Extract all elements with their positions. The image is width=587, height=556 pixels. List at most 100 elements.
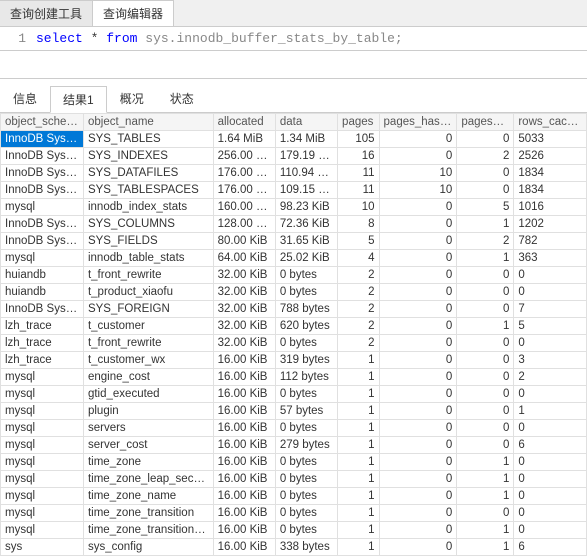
cell-name[interactable]: engine_cost [83,369,213,386]
table-row[interactable]: mysqlinnodb_table_stats64.00 KiB25.02 Ki… [1,250,587,267]
cell-pages[interactable]: 1 [338,522,379,539]
table-row[interactable]: mysqltime_zone16.00 KiB0 bytes1010 [1,454,587,471]
sql-editor[interactable]: 1 select * from sys.innodb_buffer_stats_… [0,27,587,51]
cell-pages[interactable]: 16 [338,148,379,165]
cell-name[interactable]: time_zone_leap_second [83,471,213,488]
table-row[interactable]: lzh_tracet_customer32.00 KiB620 bytes201… [1,318,587,335]
cell-cached[interactable]: 7 [514,301,587,318]
cell-data[interactable]: 279 bytes [275,437,337,454]
cell-data[interactable]: 0 bytes [275,267,337,284]
cell-data[interactable]: 319 bytes [275,352,337,369]
cell-pages[interactable]: 1 [338,420,379,437]
cell-data[interactable]: 98.23 KiB [275,199,337,216]
cell-alloc[interactable]: 16.00 KiB [213,522,275,539]
cell-data[interactable]: 179.19 KiB [275,148,337,165]
cell-cached[interactable]: 0 [514,335,587,352]
cell-old[interactable]: 1 [457,471,514,488]
cell-cached[interactable]: 1 [514,403,587,420]
col-pages-hashed[interactable]: pages_hashed [379,114,457,131]
tab-query-builder[interactable]: 查询创建工具 [0,0,93,26]
cell-hashed[interactable]: 0 [379,148,457,165]
cell-hashed[interactable]: 0 [379,335,457,352]
cell-name[interactable]: SYS_TABLESPACES [83,182,213,199]
cell-alloc[interactable]: 32.00 KiB [213,318,275,335]
cell-schema[interactable]: mysql [1,386,84,403]
cell-old[interactable]: 0 [457,403,514,420]
cell-old[interactable]: 2 [457,148,514,165]
cell-name[interactable]: time_zone [83,454,213,471]
cell-hashed[interactable]: 0 [379,437,457,454]
table-row[interactable]: mysqlserver_cost16.00 KiB279 bytes1006 [1,437,587,454]
cell-pages[interactable]: 1 [338,352,379,369]
col-rows-cached[interactable]: rows_cached [514,114,587,131]
cell-cached[interactable]: 0 [514,505,587,522]
cell-old[interactable]: 0 [457,352,514,369]
cell-pages[interactable]: 1 [338,386,379,403]
cell-cached[interactable]: 1016 [514,199,587,216]
col-object-name[interactable]: object_name [83,114,213,131]
cell-schema[interactable]: InnoDB System [1,131,84,148]
cell-cached[interactable]: 0 [514,471,587,488]
table-row[interactable]: mysqltime_zone_name16.00 KiB0 bytes1010 [1,488,587,505]
cell-schema[interactable]: mysql [1,505,84,522]
cell-data[interactable]: 1.34 MiB [275,131,337,148]
cell-pages[interactable]: 1 [338,488,379,505]
cell-name[interactable]: SYS_TABLES [83,131,213,148]
cell-data[interactable]: 25.02 KiB [275,250,337,267]
cell-name[interactable]: t_customer_wx [83,352,213,369]
cell-cached[interactable]: 2526 [514,148,587,165]
cell-alloc[interactable]: 16.00 KiB [213,369,275,386]
cell-alloc[interactable]: 32.00 KiB [213,267,275,284]
cell-alloc[interactable]: 16.00 KiB [213,420,275,437]
cell-cached[interactable]: 782 [514,233,587,250]
cell-data[interactable]: 0 bytes [275,488,337,505]
cell-data[interactable]: 0 bytes [275,471,337,488]
cell-alloc[interactable]: 64.00 KiB [213,250,275,267]
cell-name[interactable]: t_product_xiaofu [83,284,213,301]
cell-hashed[interactable]: 0 [379,199,457,216]
cell-data[interactable]: 0 bytes [275,420,337,437]
cell-pages[interactable]: 11 [338,165,379,182]
cell-name[interactable]: t_customer [83,318,213,335]
cell-data[interactable]: 620 bytes [275,318,337,335]
cell-data[interactable]: 72.36 KiB [275,216,337,233]
cell-hashed[interactable]: 0 [379,403,457,420]
cell-old[interactable]: 1 [457,488,514,505]
cell-schema[interactable]: sys [1,539,84,556]
cell-pages[interactable]: 2 [338,335,379,352]
cell-schema[interactable]: mysql [1,420,84,437]
table-row[interactable]: InnoDB SystemSYS_TABLES1.64 MiB1.34 MiB1… [1,131,587,148]
cell-alloc[interactable]: 16.00 KiB [213,454,275,471]
cell-data[interactable]: 109.15 KiB [275,182,337,199]
cell-alloc[interactable]: 16.00 KiB [213,386,275,403]
table-row[interactable]: syssys_config16.00 KiB338 bytes1016 [1,539,587,556]
tab-info[interactable]: 信息 [0,85,50,112]
cell-old[interactable]: 0 [457,420,514,437]
cell-cached[interactable]: 0 [514,488,587,505]
cell-schema[interactable]: mysql [1,454,84,471]
cell-hashed[interactable]: 0 [379,539,457,556]
cell-schema[interactable]: mysql [1,403,84,420]
cell-alloc[interactable]: 176.00 KiB [213,165,275,182]
cell-hashed[interactable]: 0 [379,233,457,250]
cell-schema[interactable]: mysql [1,488,84,505]
cell-alloc[interactable]: 32.00 KiB [213,284,275,301]
cell-name[interactable]: innodb_index_stats [83,199,213,216]
cell-name[interactable]: SYS_FOREIGN [83,301,213,318]
cell-pages[interactable]: 4 [338,250,379,267]
cell-hashed[interactable]: 0 [379,131,457,148]
cell-hashed[interactable]: 0 [379,369,457,386]
cell-data[interactable]: 0 bytes [275,386,337,403]
cell-data[interactable]: 31.65 KiB [275,233,337,250]
table-row[interactable]: InnoDB SystemSYS_FOREIGN32.00 KiB788 byt… [1,301,587,318]
cell-alloc[interactable]: 256.00 KiB [213,148,275,165]
cell-schema[interactable]: mysql [1,199,84,216]
cell-hashed[interactable]: 0 [379,318,457,335]
cell-alloc[interactable]: 16.00 KiB [213,505,275,522]
table-row[interactable]: mysqltime_zone_transition16.00 KiB0 byte… [1,505,587,522]
cell-name[interactable]: SYS_DATAFILES [83,165,213,182]
cell-data[interactable]: 0 bytes [275,522,337,539]
cell-old[interactable]: 0 [457,301,514,318]
cell-schema[interactable]: mysql [1,369,84,386]
cell-data[interactable]: 110.94 KiB [275,165,337,182]
